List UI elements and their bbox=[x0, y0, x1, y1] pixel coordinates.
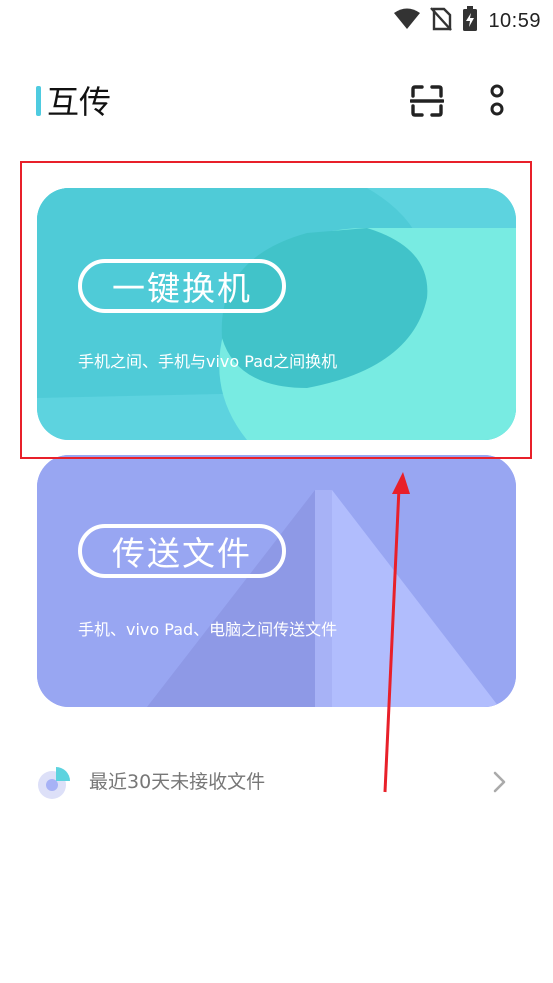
file-transfer-title-pill: 传送文件 bbox=[78, 524, 286, 578]
page-title: 互传 bbox=[47, 83, 112, 121]
file-transfer-description: 手机、vivo Pad、电脑之间传送文件 bbox=[78, 620, 338, 639]
file-transfer-title: 传送文件 bbox=[112, 534, 252, 573]
annotation-highlight-box bbox=[20, 161, 532, 459]
wifi-icon bbox=[394, 8, 421, 34]
app-header: 互传 bbox=[0, 80, 553, 124]
file-transfer-card[interactable]: 传送文件 手机、vivo Pad、电脑之间传送文件 bbox=[37, 455, 516, 707]
title-accent-bar bbox=[36, 86, 41, 116]
status-time: 10:59 bbox=[488, 9, 541, 32]
more-options-button[interactable] bbox=[482, 82, 512, 120]
scan-button[interactable] bbox=[409, 84, 445, 118]
scan-icon bbox=[409, 85, 445, 117]
no-sim-icon bbox=[430, 7, 453, 35]
recent-label: 最近30天未接收文件 bbox=[89, 771, 266, 793]
status-icons: 10:59 bbox=[394, 6, 541, 36]
chevron-right-icon bbox=[493, 771, 506, 793]
card-background-decoration bbox=[37, 455, 516, 707]
status-bar: 10:59 bbox=[0, 0, 553, 38]
more-vertical-icon bbox=[490, 84, 504, 116]
battery-charging-icon bbox=[462, 6, 478, 36]
recent-unreceived-row[interactable]: 最近30天未接收文件 bbox=[37, 762, 516, 804]
history-pie-icon bbox=[38, 767, 70, 799]
